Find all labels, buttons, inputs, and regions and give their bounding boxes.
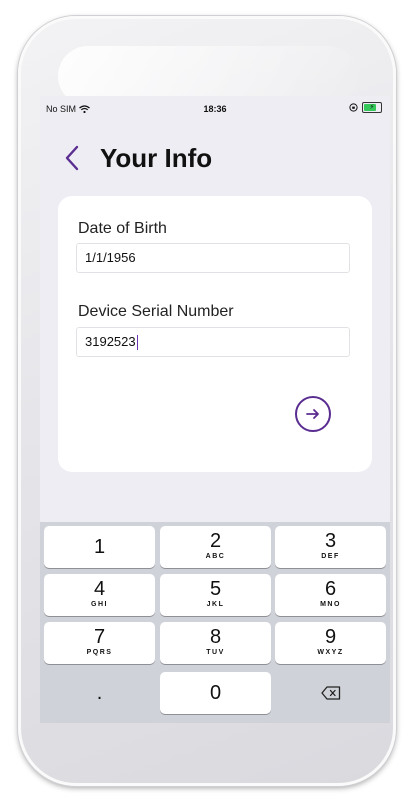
dob-input[interactable]: 1/1/1956	[76, 243, 350, 273]
key-3[interactable]: 3 DEF	[275, 526, 386, 568]
nav-bar: Your Info	[40, 138, 390, 178]
bottom-bezel	[40, 722, 390, 723]
key-6[interactable]: 6 MNO	[275, 574, 386, 616]
key-7[interactable]: 7 PQRS	[44, 622, 155, 664]
dob-value: 1/1/1956	[85, 250, 136, 265]
next-button[interactable]	[295, 396, 331, 432]
serial-input[interactable]: 3192523	[76, 327, 350, 357]
serial-value: 3192523	[85, 334, 136, 349]
key-delete[interactable]	[275, 672, 386, 714]
orientation-lock-icon	[349, 103, 358, 112]
app-screen: No SIM 18:36 ⚡ Your Info Date of Birth 1…	[40, 96, 390, 722]
key-5[interactable]: 5 JKL	[160, 574, 271, 616]
info-card: Date of Birth 1/1/1956 Device Serial Num…	[58, 196, 372, 472]
status-time: 18:36	[203, 104, 227, 114]
key-0[interactable]: 0	[160, 672, 271, 714]
back-chevron-icon[interactable]	[62, 143, 84, 173]
key-8[interactable]: 8 TUV	[160, 622, 271, 664]
status-bar: No SIM 18:36 ⚡	[40, 96, 390, 120]
text-caret	[136, 335, 138, 351]
key-decimal[interactable]: .	[44, 672, 155, 714]
key-4[interactable]: 4 GHI	[44, 574, 155, 616]
key-2[interactable]: 2 ABC	[160, 526, 271, 568]
key-1[interactable]: 1	[44, 526, 155, 568]
page-title: Your Info	[100, 142, 213, 173]
serial-label: Device Serial Number	[78, 303, 234, 320]
key-9[interactable]: 9 WXYZ	[275, 622, 386, 664]
backspace-icon	[320, 686, 340, 700]
dob-label: Date of Birth	[78, 220, 167, 237]
numeric-keypad: 1 2 ABC 3 DEF 4 GHI 5 JKL 6 MNO 7 PQRS 8…	[40, 522, 390, 722]
status-right: ⚡	[349, 102, 382, 113]
arrow-right-icon	[306, 409, 319, 419]
battery-icon: ⚡	[362, 102, 382, 113]
